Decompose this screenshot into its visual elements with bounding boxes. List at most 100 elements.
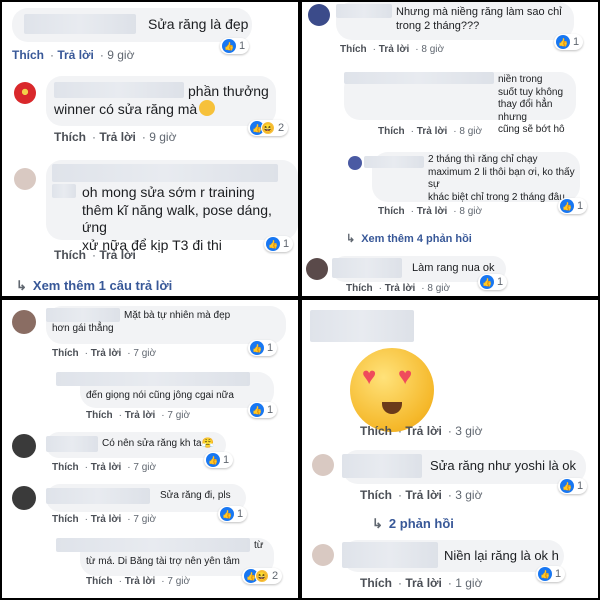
like-link[interactable]: Thích bbox=[360, 576, 392, 590]
comment-meta: Thích · Trả lời · 7 giờ bbox=[52, 514, 157, 525]
comment-meta: Thích · Trả lời · 7 giờ bbox=[52, 348, 157, 359]
comment-meta: Thích · Trả lời · 1 giờ bbox=[360, 576, 483, 590]
like-link[interactable]: Thích bbox=[54, 130, 86, 144]
view-more-replies-link[interactable]: ↳ Xem thêm 4 phản hồi bbox=[346, 232, 472, 245]
comment-time: 3 giờ bbox=[455, 424, 483, 438]
comment-meta: Thích · Trả lời · 8 giờ bbox=[346, 283, 451, 294]
comment-time: 7 giờ bbox=[167, 410, 191, 421]
avatar[interactable] bbox=[14, 168, 36, 190]
like-reaction-icon: 👍 bbox=[560, 199, 574, 213]
reaction-count[interactable]: 👍 1 bbox=[558, 478, 588, 494]
reaction-count[interactable]: 👍 1 bbox=[478, 274, 508, 290]
comment-time: 8 giờ bbox=[427, 283, 451, 294]
reaction-count[interactable]: 👍 😆 2 bbox=[242, 568, 283, 584]
like-link[interactable]: Thích bbox=[360, 488, 392, 502]
comment-time: 9 giờ bbox=[107, 48, 135, 62]
like-link[interactable]: Thích bbox=[86, 576, 113, 587]
like-link[interactable]: Thích bbox=[340, 44, 367, 55]
avatar[interactable] bbox=[308, 4, 330, 26]
reaction-count[interactable]: 👍 1 bbox=[248, 340, 278, 356]
comment-text: winner có sửa răng mà bbox=[54, 101, 198, 117]
reaction-count[interactable]: 👍 1 bbox=[536, 566, 566, 582]
reply-link[interactable]: Trả lời bbox=[91, 348, 121, 359]
reply-arrow-icon: ↳ bbox=[372, 516, 383, 531]
view-more-replies-link[interactable]: ↳ Xem thêm 1 câu trả lời bbox=[16, 278, 172, 294]
reply-arrow-icon: ↳ bbox=[346, 233, 356, 245]
like-reaction-icon: 👍 bbox=[538, 567, 552, 581]
like-link[interactable]: Thích bbox=[360, 424, 392, 438]
like-reaction-icon: 👍 bbox=[250, 403, 264, 417]
reply-link[interactable]: Trả lời bbox=[125, 576, 155, 587]
like-reaction-icon: 👍 bbox=[480, 275, 494, 289]
reaction-count[interactable]: 👍 1 bbox=[558, 198, 588, 214]
reply-link[interactable]: Trả lời bbox=[405, 424, 442, 438]
blurred-username bbox=[24, 14, 136, 34]
like-link[interactable]: Thích bbox=[86, 410, 113, 421]
reply-link[interactable]: Trả lời bbox=[99, 130, 136, 144]
like-reaction-icon: 👍 bbox=[222, 39, 236, 53]
reply-link[interactable]: Trả lời bbox=[91, 514, 121, 525]
comment-text: Nhưng mà niềng răng làm sao chỉ trong 2 … bbox=[396, 6, 562, 32]
reply-link[interactable]: Trả lời bbox=[379, 44, 409, 55]
reaction-count[interactable]: 👍 1 bbox=[218, 506, 248, 522]
like-reaction-icon: 👍 bbox=[556, 35, 570, 49]
comment-text: Sửa răng đi, pls bbox=[160, 490, 231, 501]
comment-meta: Thích · Trả lời · 7 giờ bbox=[86, 576, 191, 587]
blurred-username bbox=[336, 4, 392, 18]
view-more-replies-link[interactable]: ↳ 2 phản hồi bbox=[372, 516, 454, 532]
like-reaction-icon: 👍 bbox=[266, 237, 280, 251]
like-link[interactable]: Thích bbox=[52, 462, 79, 473]
avatar[interactable] bbox=[12, 434, 36, 458]
blurred-username bbox=[52, 164, 278, 182]
reply-link[interactable]: Trả lời bbox=[417, 206, 447, 217]
reply-link[interactable]: Trả lời bbox=[99, 248, 136, 262]
avatar[interactable] bbox=[306, 258, 328, 280]
comment-time: 7 giờ bbox=[133, 462, 157, 473]
like-link[interactable]: Thích bbox=[12, 48, 44, 62]
reply-link[interactable]: Trả lời bbox=[405, 488, 442, 502]
reaction-count[interactable]: 👍 1 bbox=[554, 34, 584, 50]
like-reaction-icon: 👍 bbox=[220, 507, 234, 521]
reply-link[interactable]: Trả lời bbox=[125, 410, 155, 421]
avatar[interactable] bbox=[312, 454, 334, 476]
avatar[interactable] bbox=[312, 544, 334, 566]
reply-arrow-icon: ↳ bbox=[16, 278, 27, 293]
comment-time: 8 giờ bbox=[459, 206, 483, 217]
comment-text: Niền lại răng là ok h bbox=[444, 548, 559, 563]
comment-text: niền trong suốt tuy không thay đổi hẳn n… bbox=[498, 74, 565, 135]
blurred-username bbox=[56, 372, 250, 386]
comment-time: 8 giờ bbox=[459, 126, 483, 137]
like-link[interactable]: Thích bbox=[346, 283, 373, 294]
like-link[interactable]: Thích bbox=[378, 126, 405, 137]
reaction-count[interactable]: 👍 1 bbox=[264, 236, 294, 252]
blurred-username bbox=[310, 310, 414, 342]
like-link[interactable]: Thích bbox=[52, 348, 79, 359]
comment-text: đến giọng nói cũng jông cgai nữa bbox=[86, 390, 234, 401]
reply-link[interactable]: Trả lời bbox=[57, 48, 94, 62]
reaction-count[interactable]: 👍 😆 2 bbox=[248, 120, 289, 136]
reaction-count[interactable]: 👍 1 bbox=[248, 402, 278, 418]
avatar[interactable] bbox=[12, 310, 36, 334]
like-link[interactable]: Thích bbox=[378, 206, 405, 217]
reply-link[interactable]: Trả lời bbox=[385, 283, 415, 294]
reaction-count[interactable]: 👍 1 bbox=[204, 452, 234, 468]
blurred-username bbox=[52, 184, 76, 198]
avatar[interactable] bbox=[12, 486, 36, 510]
like-link[interactable]: Thích bbox=[52, 514, 79, 525]
blurred-username bbox=[56, 538, 250, 552]
reply-link[interactable]: Trả lời bbox=[417, 126, 447, 137]
reply-link[interactable]: Trả lời bbox=[405, 576, 442, 590]
avatar[interactable] bbox=[14, 82, 36, 104]
blurred-username bbox=[332, 258, 402, 278]
comment-meta: Thích · Trả lời · 9 giờ bbox=[54, 130, 177, 144]
comment-text: Sửa răng là đẹp bbox=[148, 16, 249, 32]
reply-link[interactable]: Trả lời bbox=[91, 462, 121, 473]
like-link[interactable]: Thích bbox=[54, 248, 86, 262]
reaction-count[interactable]: 👍 1 bbox=[220, 38, 250, 54]
comment-time: 7 giờ bbox=[167, 576, 191, 587]
comment-meta: Thích · Trả lời · 7 giờ bbox=[52, 462, 157, 473]
blurred-username bbox=[342, 454, 422, 478]
comment-panel-3: Mặt bà tự nhiên mà đẹp hơn gái thẳng Thí… bbox=[2, 300, 298, 598]
avatar[interactable] bbox=[348, 156, 362, 170]
blurred-username bbox=[344, 72, 494, 84]
